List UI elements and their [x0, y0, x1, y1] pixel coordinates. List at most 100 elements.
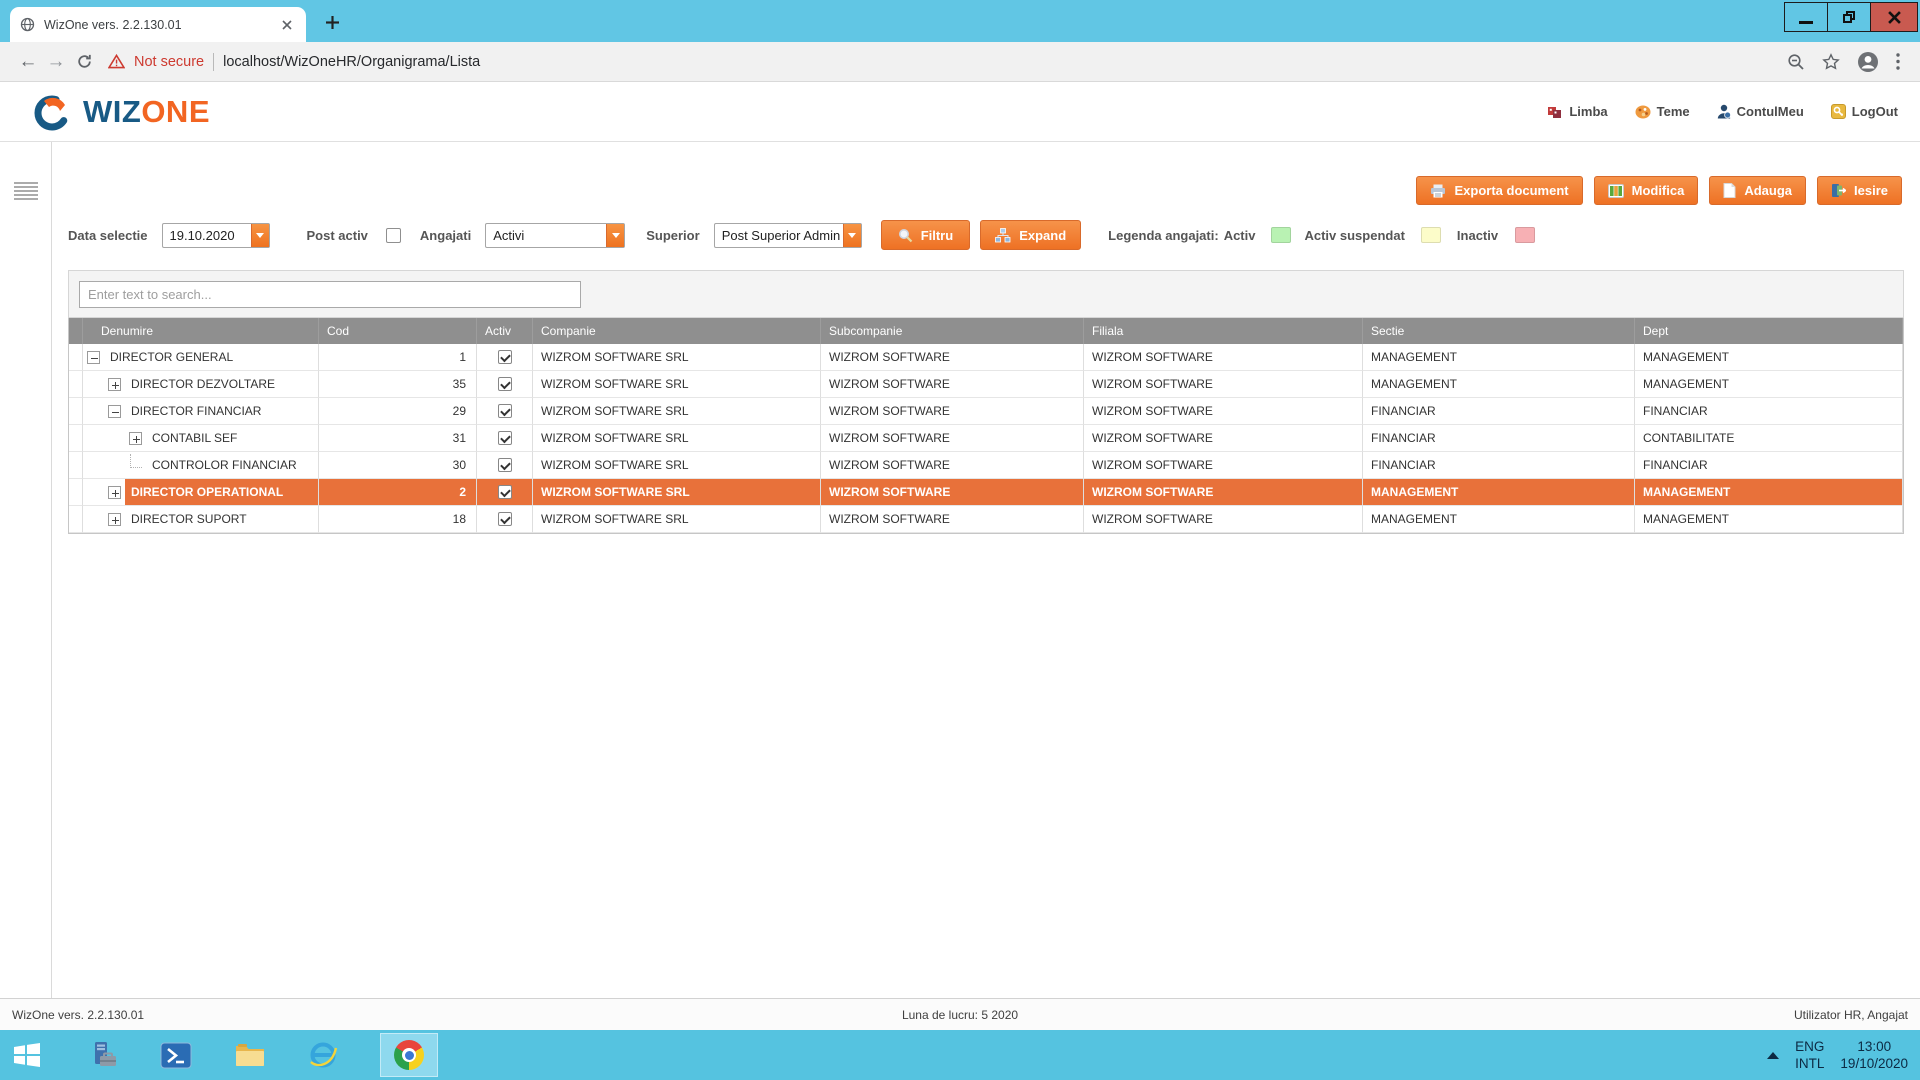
tray-expand-icon[interactable]	[1767, 1052, 1779, 1059]
header-dept[interactable]: Dept	[1635, 318, 1903, 344]
header-subcompanie[interactable]: Subcompanie	[821, 318, 1084, 344]
cell-dept: FINANCIAR	[1635, 398, 1903, 425]
language-indicator[interactable]: ENG INTL	[1795, 1038, 1824, 1072]
tab-close-icon[interactable]	[278, 16, 296, 34]
url-field[interactable]: Not secure localhost/WizOneHR/Organigram…	[108, 53, 1787, 71]
internet-explorer-icon[interactable]	[308, 1040, 338, 1070]
activ-checkbox[interactable]	[498, 512, 512, 526]
collapse-node-icon[interactable]	[108, 405, 121, 418]
superior-combo[interactable]: Post Superior Admin	[714, 223, 862, 248]
nav-contulmeu[interactable]: ContulMeu	[1717, 104, 1804, 119]
status-bar: WizOne vers. 2.2.130.01 Luna de lucru: 5…	[0, 998, 1920, 1030]
wizone-logo-icon	[30, 91, 76, 133]
printer-icon	[1430, 184, 1446, 198]
table-row[interactable]: DIRECTOR OPERATIONAL2WIZROM SOFTWARE SRL…	[69, 479, 1903, 506]
activ-checkbox[interactable]	[498, 485, 512, 499]
table-row[interactable]: DIRECTOR DEZVOLTARE35WIZROM SOFTWARE SRL…	[69, 371, 1903, 398]
row-denumire-text: DIRECTOR GENERAL	[104, 344, 318, 370]
expand-node-icon[interactable]	[108, 378, 121, 391]
bookmark-star-icon[interactable]	[1822, 53, 1840, 71]
nav-teme[interactable]: Teme	[1635, 104, 1690, 119]
nav-logout[interactable]: LogOut	[1831, 104, 1898, 119]
header-denumire[interactable]: Denumire	[83, 318, 319, 344]
table-row[interactable]: DIRECTOR SUPORT18WIZROM SOFTWARE SRLWIZR…	[69, 506, 1903, 533]
powershell-icon[interactable]	[160, 1042, 192, 1069]
profile-avatar-icon[interactable]	[1857, 51, 1879, 73]
search-input[interactable]	[79, 281, 581, 308]
zoom-out-icon[interactable]	[1787, 53, 1805, 71]
menu-hamburger-icon[interactable]	[14, 182, 38, 200]
expand-node-icon[interactable]	[129, 432, 142, 445]
header-companie[interactable]: Companie	[533, 318, 821, 344]
header-cod[interactable]: Cod	[319, 318, 477, 344]
post-activ-checkbox[interactable]	[386, 228, 401, 243]
cell-sectie: MANAGEMENT	[1363, 344, 1635, 371]
status-version: WizOne vers. 2.2.130.01	[12, 1008, 144, 1022]
row-indicator	[69, 479, 83, 506]
cell-subcompanie: WIZROM SOFTWARE	[821, 425, 1084, 452]
refresh-icon[interactable]	[70, 48, 98, 76]
expand-node-icon[interactable]	[108, 486, 121, 499]
activ-checkbox[interactable]	[498, 350, 512, 364]
activ-checkbox[interactable]	[498, 458, 512, 472]
browser-titlebar: WizOne vers. 2.2.130.01	[0, 0, 1920, 42]
data-selectie-combo[interactable]: 19.10.2020	[162, 223, 270, 248]
dropdown-arrow-icon[interactable]	[843, 224, 861, 247]
modifica-button[interactable]: Modifica	[1594, 176, 1699, 205]
row-indicator	[69, 425, 83, 452]
table-row[interactable]: DIRECTOR FINANCIAR29WIZROM SOFTWARE SRLW…	[69, 398, 1903, 425]
header-sectie[interactable]: Sectie	[1363, 318, 1635, 344]
theme-palette-icon	[1635, 105, 1651, 119]
table-row[interactable]: DIRECTOR GENERAL1WIZROM SOFTWARE SRLWIZR…	[69, 344, 1903, 371]
cell-sectie: MANAGEMENT	[1363, 371, 1635, 398]
nav-limba[interactable]: Limba	[1548, 104, 1607, 119]
cell-companie: WIZROM SOFTWARE SRL	[533, 344, 821, 371]
cell-filiala: WIZROM SOFTWARE	[1084, 479, 1363, 506]
status-work-month: Luna de lucru: 5 2020	[0, 1008, 1920, 1022]
filtru-button[interactable]: Filtru	[881, 220, 971, 250]
angajati-combo[interactable]: Activi	[485, 223, 625, 248]
expand-button[interactable]: Expand	[980, 220, 1081, 250]
dropdown-arrow-icon[interactable]	[251, 224, 269, 247]
grid-header: Denumire Cod Activ Companie Subcompanie …	[69, 318, 1903, 344]
cell-companie: WIZROM SOFTWARE SRL	[533, 479, 821, 506]
iesire-button[interactable]: Iesire	[1817, 176, 1902, 205]
adauga-button[interactable]: Adauga	[1709, 176, 1806, 205]
dropdown-arrow-icon[interactable]	[606, 224, 624, 247]
cell-filiala: WIZROM SOFTWARE	[1084, 506, 1363, 533]
activ-checkbox[interactable]	[498, 377, 512, 391]
window-close-button[interactable]	[1870, 2, 1918, 32]
cell-activ	[477, 479, 533, 506]
logo-wiz: WIZ	[83, 94, 141, 129]
superior-label: Superior	[646, 228, 699, 243]
back-icon[interactable]: ←	[14, 48, 42, 76]
header-indicator	[69, 318, 83, 344]
file-explorer-icon[interactable]	[234, 1042, 266, 1069]
table-row[interactable]: CONTABIL SEF31WIZROM SOFTWARE SRLWIZROM …	[69, 425, 1903, 452]
cell-cod: 30	[319, 452, 477, 479]
clock[interactable]: 13:00 19/10/2020	[1840, 1038, 1908, 1072]
collapse-node-icon[interactable]	[87, 351, 100, 364]
browser-tab[interactable]: WizOne vers. 2.2.130.01	[10, 7, 306, 42]
row-denumire-text: CONTABIL SEF	[146, 425, 318, 451]
server-manager-icon[interactable]	[88, 1040, 118, 1070]
exporta-document-button[interactable]: Exporta document	[1416, 176, 1582, 205]
browser-menu-icon[interactable]	[1896, 53, 1900, 70]
header-filiala[interactable]: Filiala	[1084, 318, 1363, 344]
table-row[interactable]: CONTROLOR FINANCIAR30WIZROM SOFTWARE SRL…	[69, 452, 1903, 479]
cell-filiala: WIZROM SOFTWARE	[1084, 452, 1363, 479]
new-document-icon	[1723, 183, 1736, 198]
cell-filiala: WIZROM SOFTWARE	[1084, 398, 1363, 425]
start-button[interactable]	[12, 1041, 42, 1069]
chrome-taskbar-icon[interactable]	[380, 1033, 438, 1077]
header-activ[interactable]: Activ	[477, 318, 533, 344]
forward-icon[interactable]: →	[42, 48, 70, 76]
new-tab-button[interactable]	[320, 10, 344, 34]
status-user: Utilizator HR, Angajat	[1794, 1008, 1908, 1022]
activ-checkbox[interactable]	[498, 431, 512, 445]
window-restore-button[interactable]	[1827, 2, 1871, 32]
window-minimize-button[interactable]	[1784, 2, 1828, 32]
windows-logo-icon	[12, 1041, 42, 1069]
activ-checkbox[interactable]	[498, 404, 512, 418]
expand-node-icon[interactable]	[108, 513, 121, 526]
